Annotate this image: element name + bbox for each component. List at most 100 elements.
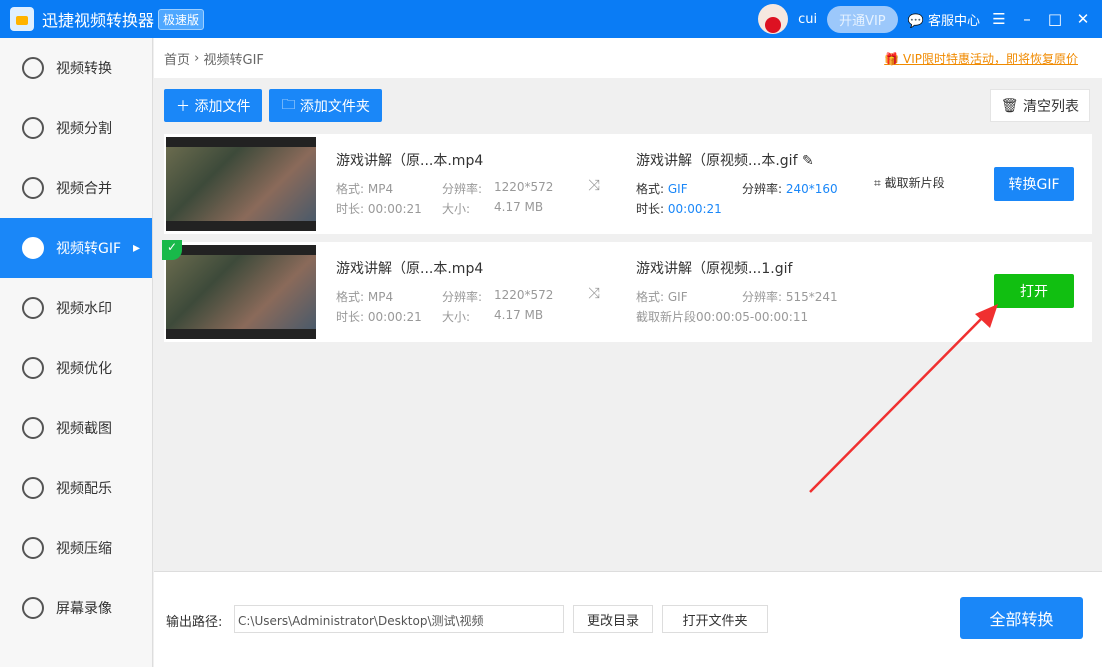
source-name: 游戏讲解（原...本.mp4 <box>336 153 484 169</box>
convert-gif-button[interactable]: 转换GIF <box>994 167 1074 201</box>
sidebar-item-screenshot[interactable]: 视频截图 <box>0 398 152 458</box>
label: 格式: <box>636 182 665 196</box>
merge-icon <box>22 177 44 199</box>
output-duration: 00:00:21 <box>667 202 722 216</box>
sidebar-item-compress[interactable]: 视频压缩 <box>0 518 152 578</box>
label: 大小: <box>442 310 471 324</box>
label: 大小: <box>442 202 471 216</box>
sidebar-label: 视频优化 <box>56 361 112 377</box>
app-logo-icon <box>10 7 34 31</box>
edit-icon[interactable]: ✎ <box>802 153 814 169</box>
breadcrumb-separator: › <box>194 50 200 66</box>
clip-segment-info: 截取新片段00:00:05-00:00:11 <box>636 310 809 324</box>
shuffle-icon: ⤨ <box>588 176 601 194</box>
shuffle-icon: ⤨ <box>588 284 601 302</box>
music-icon <box>22 477 44 499</box>
gift-icon: 🎁 <box>884 51 900 66</box>
source-duration: 00:00:21 <box>367 202 422 216</box>
sidebar: 视频转换 视频分割 视频合并 视频转GIF ▸ 视频水印 视频优化 视频截图 视频… <box>0 38 153 667</box>
source-duration: 00:00:21 <box>367 310 422 324</box>
crop-icon: ⌗ <box>874 176 881 190</box>
add-file-button[interactable]: ＋ 添加文件 <box>164 89 263 122</box>
minimize-icon[interactable]: – <box>1018 10 1036 28</box>
sidebar-item-screen-record[interactable]: 屏幕录像 <box>0 578 152 638</box>
watermark-icon <box>22 297 44 319</box>
source-resolution: 1220*572 <box>494 288 554 302</box>
sidebar-label: 视频分割 <box>56 121 112 137</box>
open-folder-button[interactable]: 打开文件夹 <box>662 605 768 633</box>
source-format: MP4 <box>367 182 394 196</box>
label: 时长: <box>336 310 365 324</box>
add-folder-button[interactable]: 🗀 添加文件夹 <box>269 89 382 122</box>
clear-label: 清空列表 <box>1023 98 1079 115</box>
video-thumbnail[interactable] <box>166 245 316 339</box>
output-name: 游戏讲解（原视频...1.gif <box>636 261 793 277</box>
service-label: 客服中心 <box>927 13 980 29</box>
sidebar-item-video-to-gif[interactable]: 视频转GIF ▸ <box>0 218 152 278</box>
source-format: MP4 <box>367 290 394 304</box>
split-icon <box>22 117 44 139</box>
sidebar-item-watermark[interactable]: 视频水印 <box>0 278 152 338</box>
edition-badge: 极速版 <box>158 8 205 30</box>
output-format: GIF <box>667 182 688 196</box>
add-file-label: 添加文件 <box>194 98 251 115</box>
trash-icon: 🗑 <box>1000 97 1023 114</box>
label: 分辨率: <box>742 290 783 304</box>
add-folder-label: 添加文件夹 <box>299 98 370 115</box>
sidebar-label: 视频转GIF <box>56 241 122 257</box>
source-size: 4.17 MB <box>494 200 544 214</box>
output-bar: 输出路径: C:\Users\Administrator\Desktop\测试\… <box>154 571 1102 667</box>
sidebar-label: 视频转换 <box>56 61 112 77</box>
customer-service-button[interactable]: 💬 客服中心 <box>908 10 980 29</box>
plus-icon: ＋ <box>176 98 195 115</box>
sidebar-label: 视频合并 <box>56 181 112 197</box>
output-path-field[interactable]: C:\Users\Administrator\Desktop\测试\视频 <box>234 605 564 633</box>
source-size: 4.17 MB <box>494 308 544 322</box>
change-directory-button[interactable]: 更改目录 <box>573 605 653 633</box>
sidebar-item-optimize[interactable]: 视频优化 <box>0 338 152 398</box>
maximize-icon[interactable]: □ <box>1046 10 1064 28</box>
app-title: 迅捷视频转换器 <box>42 11 155 30</box>
annotation-arrow <box>809 304 998 493</box>
clear-list-button[interactable]: 🗑 清空列表 <box>989 89 1090 122</box>
label: 分辨率: <box>442 182 483 196</box>
breadcrumb-current: 视频转GIF <box>203 52 264 68</box>
label: 分辨率: <box>742 182 783 196</box>
username[interactable]: cui <box>798 12 817 27</box>
convert-icon <box>22 57 44 79</box>
avatar[interactable] <box>758 4 789 34</box>
sidebar-item-video-split[interactable]: 视频分割 <box>0 98 152 158</box>
vip-button[interactable]: 开通VIP <box>827 5 898 33</box>
label: 格式: <box>636 290 665 304</box>
promo-link[interactable]: 🎁 VIP限时特惠活动，即将恢复原价 <box>884 50 1078 67</box>
folder-icon: 🗀 <box>281 96 300 113</box>
camera-icon <box>22 597 44 619</box>
compress-icon <box>22 537 44 559</box>
sidebar-item-video-merge[interactable]: 视频合并 <box>0 158 152 218</box>
label: 分辨率: <box>442 290 483 304</box>
close-icon[interactable]: ✕ <box>1074 10 1092 28</box>
sidebar-item-video-convert[interactable]: 视频转换 <box>0 38 152 98</box>
sidebar-label: 视频水印 <box>56 301 112 317</box>
chat-icon: 💬 <box>907 13 924 29</box>
clip-segment-button[interactable]: ⌗ 截取新片段 <box>874 174 945 191</box>
chevron-right-icon: ▸ <box>133 240 141 256</box>
label: 格式: <box>336 290 365 304</box>
menu-icon[interactable]: ☰ <box>990 10 1008 28</box>
video-thumbnail[interactable] <box>166 137 316 231</box>
breadcrumb-home[interactable]: 首页 <box>164 49 190 68</box>
output-name: 游戏讲解（原视频...本.gif <box>636 153 798 169</box>
label: 时长: <box>636 202 665 216</box>
sidebar-label: 屏幕录像 <box>56 601 112 617</box>
label: 格式: <box>336 182 365 196</box>
optimize-icon <box>22 357 44 379</box>
title-bar: 迅捷视频转换器 极速版 cui 开通VIP 💬 客服中心 ☰ – □ ✕ <box>0 0 1102 38</box>
file-row: 游戏讲解（原...本.mp4 格式: MP4 分辨率: 1220*572 时长: … <box>164 134 1092 234</box>
clip-label: 截取新片段 <box>884 176 945 190</box>
sidebar-item-music[interactable]: 视频配乐 <box>0 458 152 518</box>
gif-icon <box>22 237 44 259</box>
output-format: GIF <box>667 290 688 304</box>
sidebar-label: 视频压缩 <box>56 541 112 557</box>
convert-all-button[interactable]: 全部转换 <box>960 597 1083 639</box>
check-icon: ✓ <box>162 240 182 260</box>
